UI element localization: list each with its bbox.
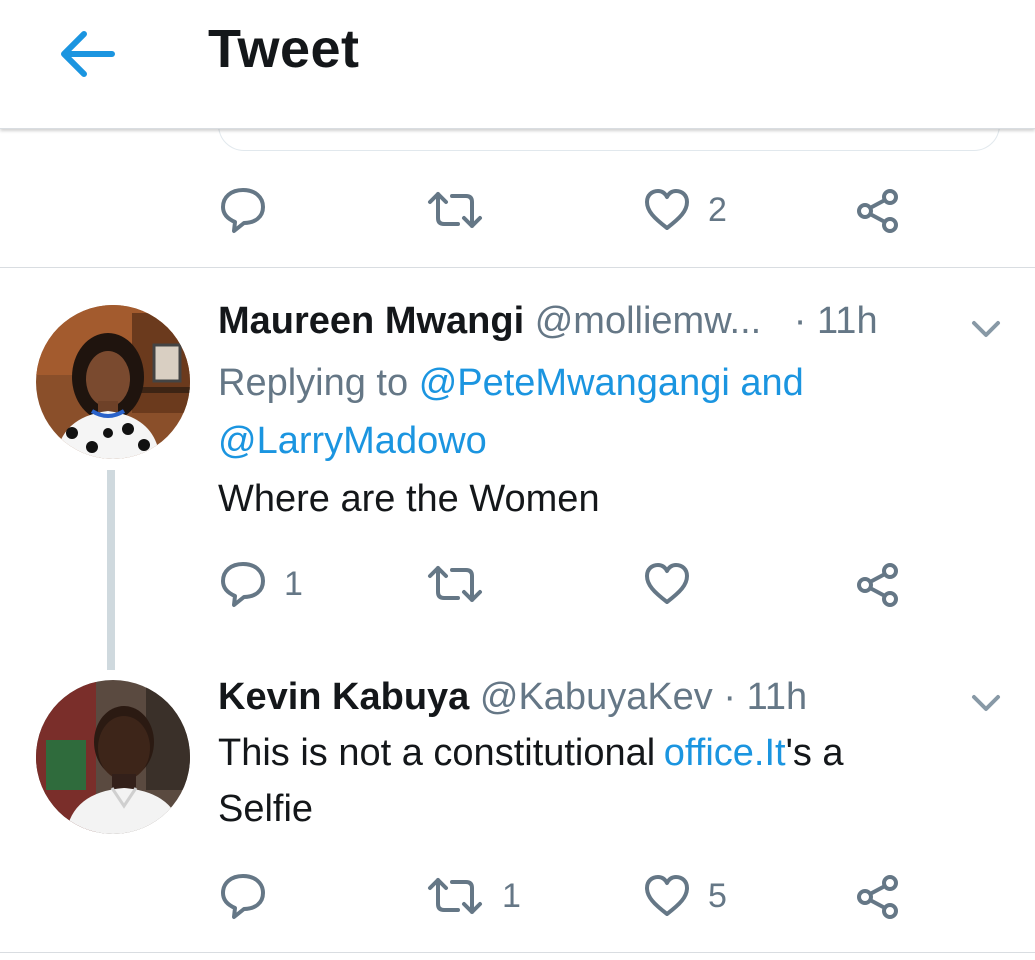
top-bar: Tweet [0, 0, 1035, 129]
retweet-button[interactable] [426, 562, 502, 606]
display-name[interactable]: Maureen Mwangi [218, 300, 524, 342]
handle[interactable]: @molliemw... [535, 300, 762, 342]
avatar[interactable] [36, 305, 190, 459]
heart-icon [645, 189, 689, 230]
share-icon [857, 189, 898, 233]
retweet-button[interactable]: 1 [426, 874, 521, 918]
replying-and[interactable]: and [740, 362, 803, 404]
like-button[interactable]: 5 [644, 874, 727, 918]
like-button[interactable]: 2 [644, 188, 727, 232]
avatar[interactable] [36, 680, 190, 834]
retweet-count: 1 [502, 876, 521, 915]
timestamp[interactable]: · 11h [723, 676, 807, 718]
timestamp[interactable]: · 11h [794, 300, 878, 342]
more-options-button[interactable] [970, 692, 1002, 719]
tweet-text-part: This is not a constitutional [218, 732, 656, 774]
share-icon [857, 875, 898, 919]
share-button[interactable] [856, 562, 900, 608]
like-count: 2 [708, 190, 727, 229]
like-button[interactable] [644, 562, 708, 606]
retweet-icon [428, 878, 482, 914]
heart-icon [645, 875, 689, 916]
tweet-header: Maureen Mwangi @molliemw... · 11h [218, 300, 878, 343]
reply-button[interactable]: 1 [220, 560, 303, 608]
replying-to: Replying to @PeteMwangangi and [218, 362, 804, 405]
share-button[interactable] [856, 874, 900, 920]
divider [0, 267, 1035, 268]
speech-bubble-icon [221, 874, 265, 919]
display-name[interactable]: Kevin Kabuya [218, 676, 469, 718]
chevron-down-icon [972, 695, 1000, 711]
thread-line [107, 470, 115, 670]
mention-link[interactable]: @LarryMadowo [218, 420, 487, 462]
retweet-icon [428, 566, 482, 602]
retweet-button[interactable] [426, 188, 502, 232]
reply-button[interactable] [220, 872, 284, 920]
url-link[interactable]: office.It [664, 732, 786, 774]
chevron-down-icon [972, 321, 1000, 337]
handle[interactable]: @KabuyaKev [480, 676, 713, 718]
speech-bubble-icon [221, 188, 265, 233]
back-button[interactable] [52, 22, 122, 86]
replying-to-label: Replying to [218, 362, 409, 404]
avatar-photo [36, 305, 190, 459]
tweet-text-part: 's a [785, 732, 844, 774]
tweet-text: This is not a constitutional office.It's… [218, 732, 844, 775]
tweet-header: Kevin Kabuya @KabuyaKev · 11h [218, 676, 807, 719]
more-options-button[interactable] [970, 318, 1002, 345]
share-button[interactable] [856, 188, 900, 234]
reply-count: 1 [284, 564, 303, 603]
tweet-text-line2: Selfie [218, 788, 314, 830]
avatar-photo [36, 680, 190, 834]
divider [0, 952, 1035, 953]
like-count: 5 [708, 876, 727, 915]
retweet-icon [428, 192, 482, 228]
mention-link[interactable]: @PeteMwangangi [419, 362, 730, 404]
arrow-left-icon [61, 31, 115, 77]
page-title: Tweet [208, 19, 360, 79]
replying-to-line2: @LarryMadowo [218, 420, 487, 463]
share-icon [857, 563, 898, 607]
reply-button[interactable] [220, 186, 284, 234]
tweet-text: Where are the Women [218, 478, 600, 520]
heart-icon [645, 563, 689, 604]
speech-bubble-icon [221, 562, 265, 607]
